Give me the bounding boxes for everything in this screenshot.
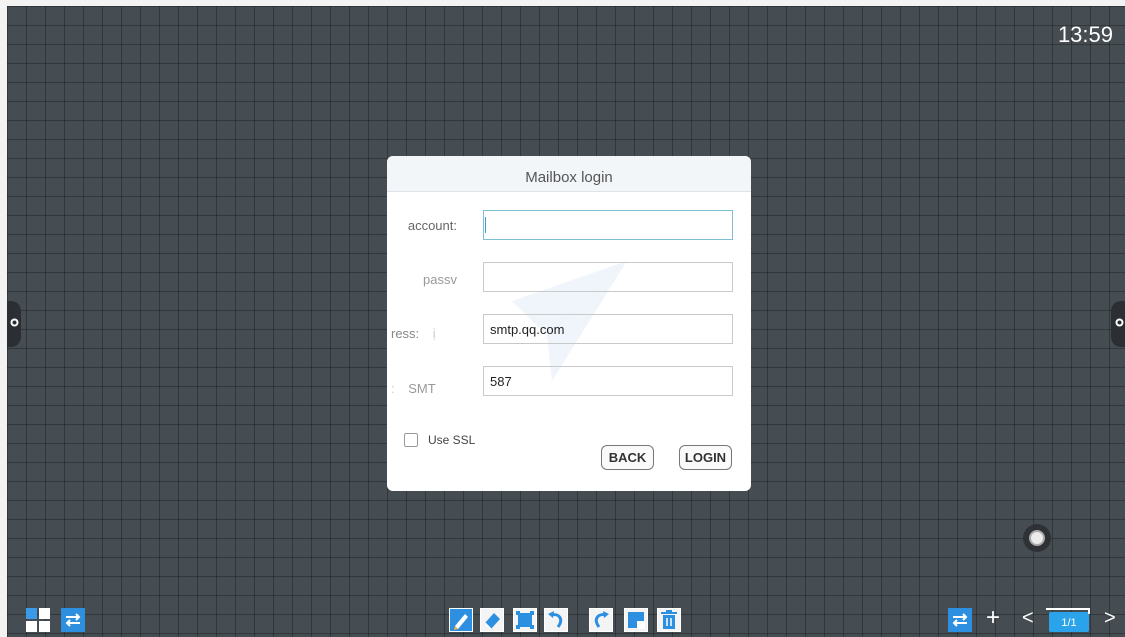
clock: 13:59 <box>1057 22 1113 47</box>
next-page-icon[interactable]: > <box>1104 606 1116 630</box>
login-button[interactable]: LOGIN <box>679 445 732 470</box>
eraser-icon[interactable] <box>480 608 504 632</box>
mailbox-login-dialog: Mailbox login account: passv ress: ị : S… <box>387 156 751 491</box>
smtp-port-label-prefix: : <box>391 381 395 396</box>
left-frame <box>0 0 7 637</box>
delete-icon[interactable] <box>657 608 681 632</box>
prev-page-icon[interactable]: < <box>1022 606 1034 630</box>
use-ssl-label: Use SSL <box>428 433 476 447</box>
grid-menu-icon[interactable] <box>26 608 50 632</box>
gear-icon <box>10 318 19 327</box>
right-side-menu-tab[interactable] <box>1111 301 1125 347</box>
screenshot-icon[interactable] <box>624 608 648 632</box>
undo-icon[interactable] <box>544 608 568 632</box>
back-button[interactable]: BACK <box>601 445 654 470</box>
switch-icon[interactable] <box>61 608 85 632</box>
server-address-label: ress: ị <box>387 326 469 341</box>
use-ssl-checkbox[interactable]: Use SSL <box>404 433 475 447</box>
text-caret <box>485 217 486 233</box>
smtp-port-label-text: SMT <box>408 381 436 396</box>
floating-assistive-button[interactable] <box>1023 524 1051 552</box>
checkbox-box[interactable] <box>404 433 418 447</box>
switch-icon[interactable] <box>948 608 972 632</box>
top-frame <box>0 0 1125 6</box>
smtp-port-label: : SMT <box>387 381 469 396</box>
password-input[interactable] <box>483 262 733 292</box>
floating-button-dot-icon <box>1029 530 1045 546</box>
gear-icon <box>1115 318 1124 327</box>
redo-icon[interactable] <box>589 608 613 632</box>
password-label: passv <box>423 272 457 287</box>
account-input[interactable] <box>483 210 733 240</box>
select-icon[interactable] <box>513 608 537 632</box>
server-address-label-prefix: ị <box>432 326 436 341</box>
add-page-icon[interactable]: + <box>986 606 1000 630</box>
smtp-port-input[interactable] <box>483 366 733 396</box>
server-address-label-text: ress: <box>391 326 420 341</box>
pen-icon[interactable] <box>449 608 473 632</box>
dialog-title: Mailbox login <box>387 156 751 192</box>
account-label: account: <box>407 218 457 233</box>
left-side-menu-tab[interactable] <box>7 301 21 347</box>
page-indicator[interactable]: 1/1 <box>1046 608 1090 632</box>
smtp-server-input[interactable] <box>483 314 733 344</box>
